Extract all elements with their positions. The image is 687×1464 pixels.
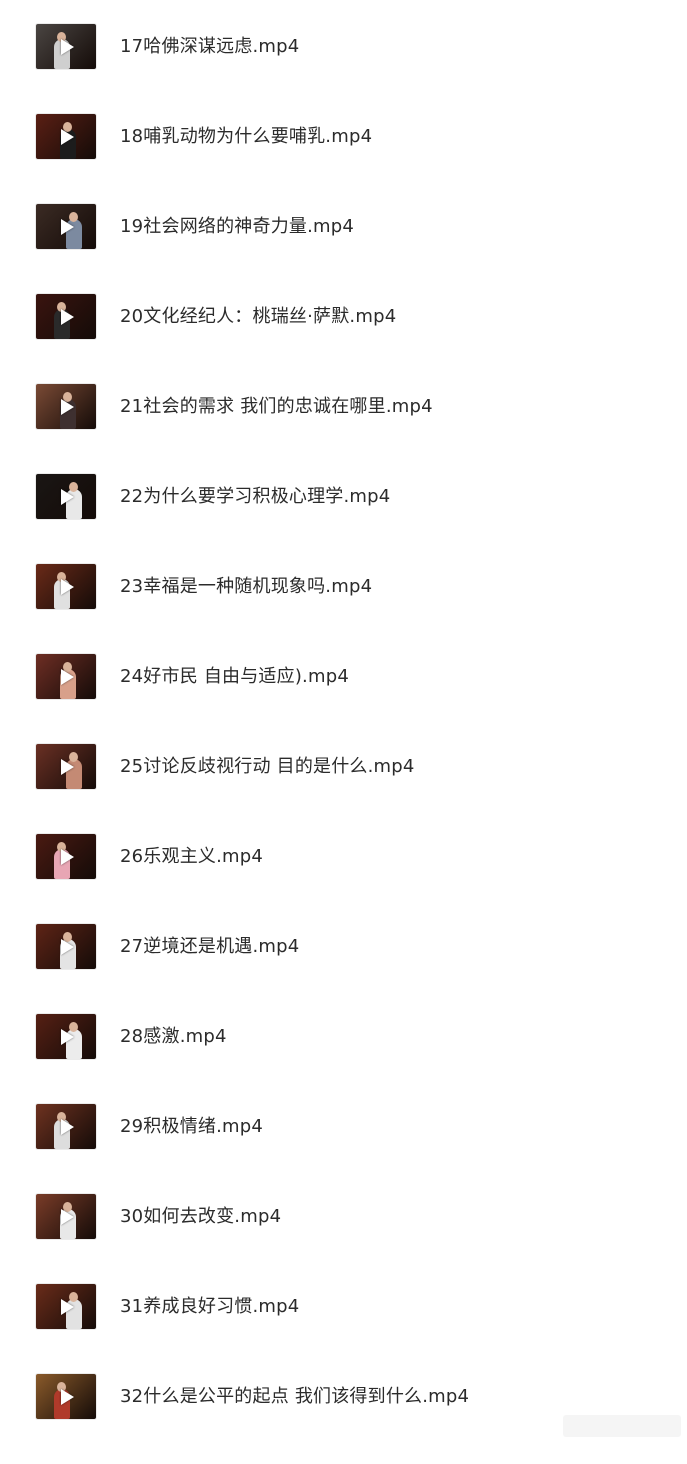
file-list-item[interactable]: 24好市民 自由与适应).mp4 [0,654,687,744]
video-thumbnail[interactable] [36,654,96,699]
video-thumbnail[interactable] [36,114,96,159]
file-name[interactable]: 19社会网络的神奇力量.mp4 [120,214,354,240]
play-icon[interactable] [61,578,74,595]
file-list-item[interactable]: 22为什么要学习积极心理学.mp4 [0,474,687,564]
file-list-item[interactable]: 20文化经纪人：桃瑞丝·萨默.mp4 [0,294,687,384]
play-icon[interactable] [61,758,74,775]
play-icon[interactable] [61,128,74,145]
file-name[interactable]: 29积极情绪.mp4 [120,1114,263,1140]
file-list-item[interactable]: 19社会网络的神奇力量.mp4 [0,204,687,294]
file-name[interactable]: 18哺乳动物为什么要哺乳.mp4 [120,124,372,150]
play-icon[interactable] [61,398,74,415]
file-name[interactable]: 17哈佛深谋远虑.mp4 [120,34,299,60]
play-icon[interactable] [61,218,74,235]
file-list-item[interactable]: 18哺乳动物为什么要哺乳.mp4 [0,114,687,204]
video-thumbnail[interactable] [36,1194,96,1239]
file-name[interactable]: 21社会的需求 我们的忠诚在哪里.mp4 [120,394,433,420]
video-thumbnail[interactable] [36,294,96,339]
file-name[interactable]: 30如何去改变.mp4 [120,1204,281,1230]
file-list-item[interactable]: 27逆境还是机遇.mp4 [0,924,687,1014]
file-list-item[interactable]: 31养成良好习惯.mp4 [0,1284,687,1374]
file-list-item[interactable]: 25讨论反歧视行动 目的是什么.mp4 [0,744,687,834]
video-thumbnail[interactable] [36,924,96,969]
play-icon[interactable] [61,848,74,865]
video-thumbnail[interactable] [36,564,96,609]
play-icon[interactable] [61,488,74,505]
file-name[interactable]: 25讨论反歧视行动 目的是什么.mp4 [120,754,415,780]
play-icon[interactable] [61,1118,74,1135]
video-thumbnail[interactable] [36,1104,96,1149]
video-thumbnail[interactable] [36,204,96,249]
video-thumbnail[interactable] [36,1374,96,1419]
play-icon[interactable] [61,308,74,325]
file-name[interactable]: 28感激.mp4 [120,1024,227,1050]
play-icon[interactable] [61,38,74,55]
file-list-item[interactable]: 29积极情绪.mp4 [0,1104,687,1194]
file-name[interactable]: 32什么是公平的起点 我们该得到什么.mp4 [120,1384,469,1410]
play-icon[interactable] [61,668,74,685]
video-thumbnail[interactable] [36,744,96,789]
file-name[interactable]: 31养成良好习惯.mp4 [120,1294,299,1320]
play-icon[interactable] [61,1028,74,1045]
video-thumbnail[interactable] [36,24,96,69]
video-thumbnail[interactable] [36,834,96,879]
file-list-item[interactable]: 26乐观主义.mp4 [0,834,687,924]
play-icon[interactable] [61,1388,74,1405]
file-list-item[interactable]: 28感激.mp4 [0,1014,687,1104]
video-thumbnail[interactable] [36,1284,96,1329]
video-thumbnail[interactable] [36,1014,96,1059]
file-name[interactable]: 20文化经纪人：桃瑞丝·萨默.mp4 [120,304,396,330]
file-list-item[interactable]: 21社会的需求 我们的忠诚在哪里.mp4 [0,384,687,474]
file-name[interactable]: 22为什么要学习积极心理学.mp4 [120,484,390,510]
play-icon[interactable] [61,1208,74,1225]
file-list-item[interactable]: 17哈佛深谋远虑.mp4 [0,24,687,114]
watermark [563,1415,681,1437]
play-icon[interactable] [61,1298,74,1315]
video-thumbnail[interactable] [36,474,96,519]
file-name[interactable]: 26乐观主义.mp4 [120,844,263,870]
file-list-item[interactable]: 30如何去改变.mp4 [0,1194,687,1284]
file-name[interactable]: 27逆境还是机遇.mp4 [120,934,299,960]
file-name[interactable]: 24好市民 自由与适应).mp4 [120,664,349,690]
file-name[interactable]: 23幸福是一种随机现象吗.mp4 [120,574,372,600]
file-list-item[interactable]: 23幸福是一种随机现象吗.mp4 [0,564,687,654]
video-thumbnail[interactable] [36,384,96,429]
play-icon[interactable] [61,938,74,955]
